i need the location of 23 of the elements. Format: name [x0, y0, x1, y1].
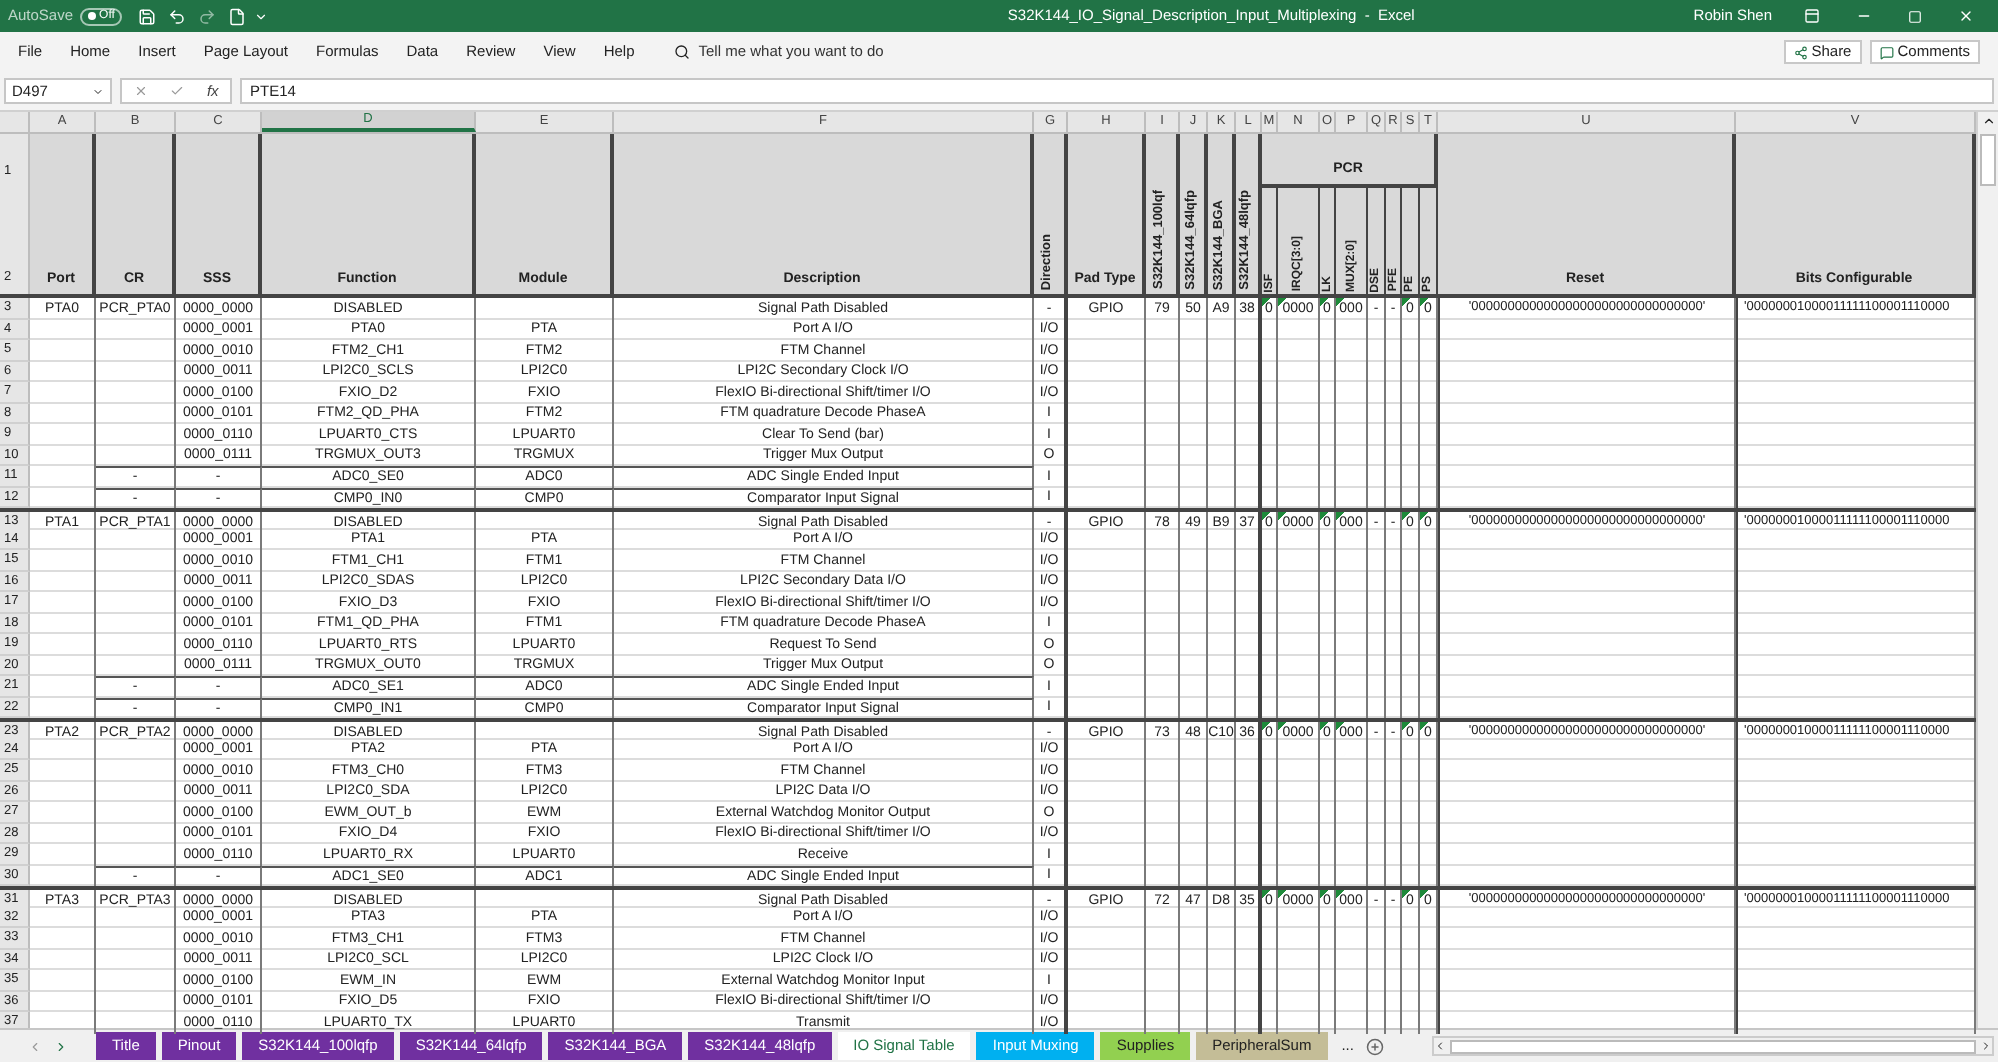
scroll-right-icon[interactable]	[1980, 1040, 1992, 1052]
undo-icon[interactable]	[168, 7, 187, 25]
share-icon	[1793, 45, 1808, 59]
vertical-scrollbar[interactable]	[1976, 112, 1998, 1028]
dropdown-caret-icon	[92, 85, 104, 97]
comments-icon	[1879, 45, 1894, 59]
add-sheet-icon[interactable]	[1365, 1037, 1384, 1055]
save-icon[interactable]	[138, 7, 157, 25]
ribbon-display-icon[interactable]	[1804, 8, 1820, 24]
new-file-icon[interactable]	[228, 7, 247, 25]
next-sheet-icon[interactable]	[54, 1039, 68, 1053]
previous-sheet-icon[interactable]	[28, 1039, 42, 1053]
scrollbar-thumb[interactable]	[1980, 134, 1996, 186]
scroll-left-icon[interactable]	[1433, 1040, 1446, 1052]
scroll-up-icon[interactable]	[1981, 114, 1995, 128]
customize-caret-icon[interactable]	[254, 9, 269, 23]
horizontal-scrollbar[interactable]	[1431, 1036, 1994, 1056]
close-icon[interactable]	[1958, 8, 1974, 24]
enter-icon[interactable]	[170, 84, 185, 98]
scrollbar-thumb[interactable]	[1449, 1039, 1976, 1053]
cancel-icon[interactable]	[133, 84, 148, 98]
maximize-icon[interactable]	[1908, 9, 1922, 23]
search-icon	[674, 44, 691, 60]
